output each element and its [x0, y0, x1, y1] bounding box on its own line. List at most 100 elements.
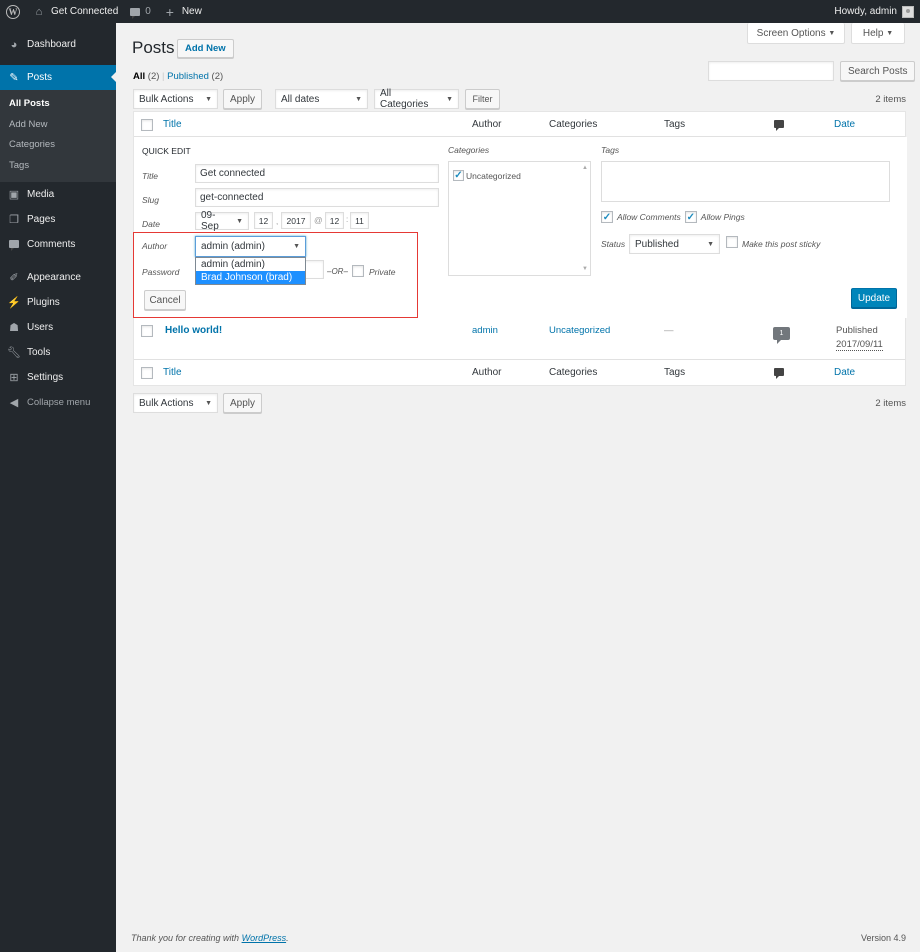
caret-down-icon: ▼ [355, 95, 362, 103]
update-button[interactable]: Update [851, 288, 897, 308]
column-date-sort-footer[interactable]: Date [834, 367, 855, 378]
post-title-link[interactable]: Hello world! [165, 325, 222, 336]
search-input[interactable] [708, 61, 834, 81]
column-date-sort[interactable]: Date [834, 119, 855, 130]
my-account-menu[interactable]: Howdy, admin [828, 0, 920, 23]
bulk-actions-select[interactable]: Bulk Actions ▼ [133, 89, 218, 109]
minute-input[interactable]: 11 [350, 212, 369, 229]
categories-label: Categories [448, 145, 490, 155]
year-input[interactable]: 2017 [281, 212, 311, 229]
pin-icon: ✎ [9, 72, 19, 84]
comments-column-icon[interactable] [774, 368, 784, 379]
sidebar-item-tools[interactable]: 🔧︎ Tools [0, 340, 116, 365]
post-category-link[interactable]: Uncategorized [549, 325, 610, 336]
comment-count-bubble[interactable]: 1 [773, 327, 790, 344]
plugin-icon: ⚡ [7, 297, 21, 309]
month-value: 09-Sep [201, 210, 219, 232]
submenu-all-posts[interactable]: All Posts [0, 94, 116, 115]
sidebar-item-comments[interactable]: Comments [0, 232, 116, 257]
scroll-down-icon[interactable]: ▼ [582, 266, 588, 272]
caret-down-icon: ▼ [446, 95, 453, 103]
caret-down-icon: ▼ [205, 399, 212, 407]
sidebar-item-plugins[interactable]: ⚡ Plugins [0, 290, 116, 315]
category-checkbox[interactable]: ✓ [453, 170, 464, 181]
comments-count: 0 [145, 6, 151, 17]
categories-filter-select[interactable]: All Categories ▼ [374, 88, 459, 110]
row-checkbox[interactable] [141, 325, 153, 337]
wrench-icon: 🔧︎ [7, 347, 21, 359]
comment-icon [7, 239, 21, 251]
hour-input[interactable]: 12 [325, 212, 344, 229]
screen-options-label: Screen Options [756, 27, 826, 39]
submenu-categories[interactable]: Categories [0, 135, 116, 156]
categories-value: All Categories [380, 88, 429, 110]
select-all-checkbox[interactable] [141, 119, 153, 131]
select-all-checkbox-footer[interactable] [141, 367, 153, 379]
tags-label: Tags [601, 145, 620, 155]
sidebar-item-posts[interactable]: ✎ Posts [0, 65, 116, 90]
search-posts-button[interactable]: Search Posts [840, 61, 916, 81]
sidebar-item-settings[interactable]: ⊞ Settings [0, 365, 116, 390]
apply-button[interactable]: Apply [223, 89, 262, 109]
view-all-count: (2) [147, 71, 160, 82]
column-title-sort[interactable]: Title [163, 119, 182, 130]
day-input[interactable]: 12 [254, 212, 273, 229]
footer-version: Version 4.9 [860, 933, 906, 943]
sticky-label: Make this post sticky [742, 239, 821, 249]
filter-button[interactable]: Filter [465, 89, 500, 109]
post-author-link[interactable]: admin [472, 325, 498, 336]
table-row: Hello world! admin Uncategorized — 1 Pub… [134, 318, 905, 360]
view-published[interactable]: Published [167, 71, 209, 82]
sidebar-item-pages[interactable]: ❐ Pages [0, 207, 116, 232]
submenu-tags[interactable]: Tags [0, 156, 116, 177]
allow-comments-checkbox[interactable]: ✓ [601, 211, 613, 223]
screen-options-button[interactable]: Screen Options ▼ [747, 23, 845, 44]
sidebar-item-media[interactable]: ▣ Media [0, 182, 116, 207]
sidebar-item-appearance[interactable]: ✐ Appearance [0, 265, 116, 290]
comment-icon [130, 7, 141, 19]
allow-pings-checkbox[interactable]: ✓ [684, 211, 697, 223]
column-tags: Tags [664, 119, 686, 130]
comments-link[interactable]: 0 [124, 0, 157, 23]
wordpress-logo-icon: W [6, 4, 20, 19]
category-checklist: ✓ Uncategorized ▲ ▼ [448, 161, 591, 276]
bulk-actions-select-bottom[interactable]: Bulk Actions ▼ [133, 393, 218, 413]
month-select[interactable]: 09-Sep ▼ [195, 210, 249, 232]
site-name-link[interactable]: ⌂ Get Connected [26, 0, 124, 23]
view-all[interactable]: All [133, 71, 145, 82]
view-published-count: (2) [211, 71, 224, 82]
help-label: Help [862, 27, 884, 39]
submenu-add-new[interactable]: Add New [0, 115, 116, 136]
footer-thanks: Thank you for creating with WordPress. [131, 933, 289, 943]
post-status-views: All (2) | Published (2) [133, 71, 223, 82]
new-content-link[interactable]: + New [157, 0, 208, 23]
scroll-up-icon[interactable]: ▲ [582, 165, 588, 171]
status-value: Published [635, 238, 679, 250]
wp-logo-menu[interactable]: W [0, 0, 26, 23]
sidebar-item-label: Pages [27, 214, 56, 225]
tags-textarea[interactable] [601, 161, 890, 202]
wordpress-link[interactable]: WordPress [242, 933, 287, 943]
home-icon: ⌂ [35, 5, 43, 18]
date-separator: , [276, 217, 279, 226]
column-tags-footer: Tags [664, 367, 686, 378]
main-content: Screen Options ▼ Help ▼ Posts Add New Al… [116, 23, 920, 952]
sidebar-item-label: Users [27, 322, 54, 333]
collapse-menu-button[interactable]: ◀ Collapse menu [0, 390, 116, 415]
column-title-sort-footer[interactable]: Title [163, 367, 182, 378]
sidebar-item-users[interactable]: ☗ Users [0, 315, 116, 340]
user-icon: ☗ [9, 322, 19, 334]
dates-filter-select[interactable]: All dates ▼ [275, 89, 368, 109]
allow-pings-label: Allow Pings [700, 212, 745, 222]
status-select[interactable]: Published ▼ [629, 234, 720, 254]
help-button[interactable]: Help ▼ [851, 23, 905, 44]
apply-button-bottom[interactable]: Apply [223, 393, 262, 413]
allow-comments-label: Allow Comments [617, 212, 681, 222]
title-input[interactable]: Get connected [195, 164, 439, 183]
add-new-button[interactable]: Add New [177, 39, 234, 58]
pages-icon: ❐ [9, 214, 19, 226]
sidebar-item-dashboard[interactable]: ◕ Dashboard [0, 32, 116, 57]
slug-input[interactable]: get-connected [195, 188, 439, 207]
comments-column-icon[interactable] [774, 120, 784, 131]
sticky-checkbox[interactable] [726, 236, 738, 248]
